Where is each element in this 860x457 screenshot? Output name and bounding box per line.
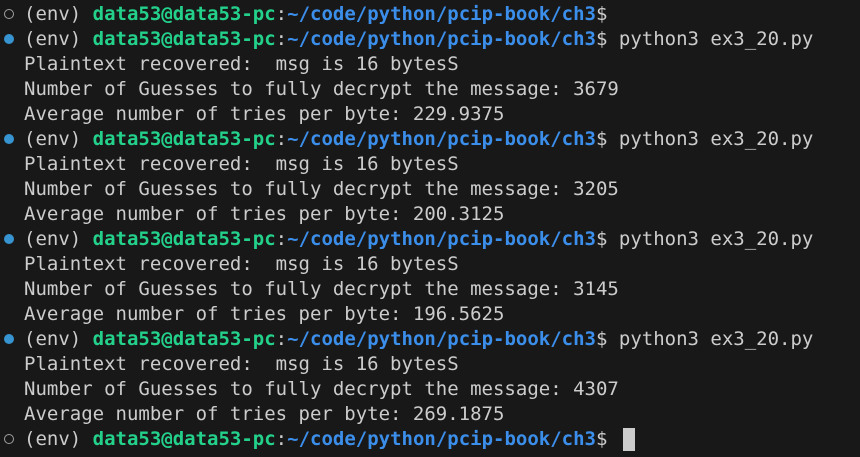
output-line: Number of Guesses to fully decrypt the m… — [0, 377, 860, 402]
prompt-path: ~/code/python/pcip-book/ch3 — [287, 3, 596, 25]
prompt-line: (env) data53@data53-pc:~/code/python/pci… — [0, 227, 860, 252]
output-line: Average number of tries per byte: 196.56… — [0, 302, 860, 327]
output-text: Number of Guesses to fully decrypt the m… — [24, 78, 619, 100]
prompt-env: (env) — [24, 228, 93, 250]
prompt-env: (env) — [24, 128, 93, 150]
command-status-circle-icon[interactable] — [4, 434, 14, 444]
output-text: Average number of tries per byte: 269.18… — [24, 403, 505, 425]
output-line: Average number of tries per byte: 229.93… — [0, 102, 860, 127]
prompt-separator: : — [275, 28, 288, 50]
command-status-circle-icon[interactable] — [4, 9, 14, 19]
output-line: Plaintext recovered: msg is 16 bytesS — [0, 152, 860, 177]
prompt-line: (env) data53@data53-pc:~/code/python/pci… — [0, 427, 860, 452]
output-line: Average number of tries per byte: 269.18… — [0, 402, 860, 427]
prompt-path: ~/code/python/pcip-book/ch3 — [287, 128, 596, 150]
output-text: Plaintext recovered: msg is 16 bytesS — [24, 353, 459, 375]
output-text: Average number of tries per byte: 196.56… — [24, 303, 505, 325]
command-status-dot-icon[interactable] — [4, 234, 14, 244]
output-line: Plaintext recovered: msg is 16 bytesS — [0, 252, 860, 277]
output-text: Number of Guesses to fully decrypt the m… — [24, 178, 619, 200]
output-line: Number of Guesses to fully decrypt the m… — [0, 177, 860, 202]
output-text: Plaintext recovered: msg is 16 bytesS — [24, 153, 459, 175]
prompt-env: (env) — [24, 328, 93, 350]
prompt-path: ~/code/python/pcip-book/ch3 — [287, 28, 596, 50]
prompt-env: (env) — [24, 428, 93, 450]
prompt-dollar: $ — [595, 328, 619, 350]
output-text: Average number of tries per byte: 229.93… — [24, 103, 505, 125]
prompt-line: (env) data53@data53-pc:~/code/python/pci… — [0, 2, 860, 27]
prompt-line: (env) data53@data53-pc:~/code/python/pci… — [0, 127, 860, 152]
output-text: Plaintext recovered: msg is 16 bytesS — [24, 53, 459, 75]
output-line: Plaintext recovered: msg is 16 bytesS — [0, 352, 860, 377]
prompt-dollar: $ — [595, 228, 619, 250]
prompt-user-host: data53@data53-pc — [92, 128, 276, 150]
prompt-separator: : — [275, 3, 288, 25]
prompt-path: ~/code/python/pcip-book/ch3 — [287, 228, 596, 250]
output-text: Number of Guesses to fully decrypt the m… — [24, 278, 619, 300]
command-status-dot-icon[interactable] — [4, 334, 14, 344]
output-text: Number of Guesses to fully decrypt the m… — [24, 378, 619, 400]
text-cursor — [622, 428, 635, 451]
prompt-user-host: data53@data53-pc — [92, 228, 276, 250]
prompt-user-host: data53@data53-pc — [92, 328, 276, 350]
prompt-command: python3 ex3_20.py — [618, 28, 814, 50]
prompt-user-host: data53@data53-pc — [92, 428, 276, 450]
prompt-dollar: $ — [595, 428, 619, 450]
prompt-command: python3 ex3_20.py — [618, 328, 814, 350]
prompt-user-host: data53@data53-pc — [92, 28, 276, 50]
terminal-panel[interactable]: (env) data53@data53-pc:~/code/python/pci… — [0, 0, 860, 457]
prompt-command: python3 ex3_20.py — [618, 128, 814, 150]
prompt-command: python3 ex3_20.py — [618, 228, 814, 250]
command-status-dot-icon[interactable] — [4, 34, 14, 44]
command-status-dot-icon[interactable] — [4, 134, 14, 144]
output-line: Number of Guesses to fully decrypt the m… — [0, 77, 860, 102]
prompt-env: (env) — [24, 3, 93, 25]
prompt-line: (env) data53@data53-pc:~/code/python/pci… — [0, 327, 860, 352]
prompt-separator: : — [275, 228, 288, 250]
prompt-user-host: data53@data53-pc — [92, 3, 276, 25]
prompt-env: (env) — [24, 28, 93, 50]
output-line: Average number of tries per byte: 200.31… — [0, 202, 860, 227]
prompt-dollar: $ — [595, 3, 619, 25]
output-text: Average number of tries per byte: 200.31… — [24, 203, 505, 225]
output-line: Plaintext recovered: msg is 16 bytesS — [0, 52, 860, 77]
output-line: Number of Guesses to fully decrypt the m… — [0, 277, 860, 302]
prompt-separator: : — [275, 428, 288, 450]
output-text: Plaintext recovered: msg is 16 bytesS — [24, 253, 459, 275]
prompt-path: ~/code/python/pcip-book/ch3 — [287, 428, 596, 450]
prompt-line: (env) data53@data53-pc:~/code/python/pci… — [0, 27, 860, 52]
prompt-dollar: $ — [595, 128, 619, 150]
prompt-dollar: $ — [595, 28, 619, 50]
prompt-path: ~/code/python/pcip-book/ch3 — [287, 328, 596, 350]
prompt-separator: : — [275, 328, 288, 350]
prompt-separator: : — [275, 128, 288, 150]
